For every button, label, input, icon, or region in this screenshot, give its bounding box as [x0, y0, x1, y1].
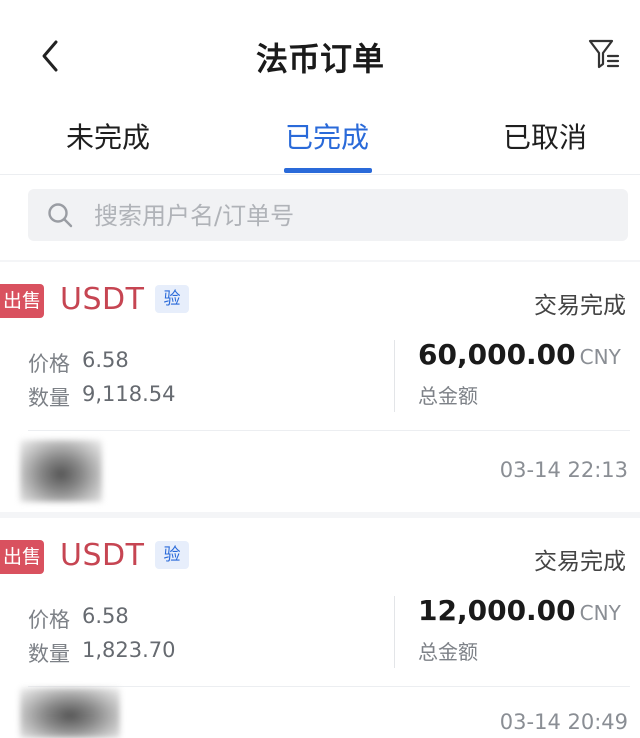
order-time: 03-14 20:49: [499, 710, 628, 734]
amount-value: 12,000.00: [418, 594, 576, 627]
amount-value: 60,000.00: [418, 338, 576, 371]
header: 法币订单: [0, 0, 640, 110]
vertical-divider: [394, 596, 395, 668]
order-status: 交易完成: [534, 549, 626, 575]
filter-button[interactable]: [586, 36, 622, 72]
side-badge: 出售: [0, 540, 44, 574]
filter-icon: [588, 39, 620, 69]
divider: [28, 430, 630, 431]
price-value: 6.58: [82, 348, 129, 372]
order-card[interactable]: 出售 USDT 验 交易完成 价格 6.58 数量 1,823.70 12,00…: [0, 518, 640, 738]
price-label: 价格: [28, 608, 70, 632]
currency: CNY: [579, 345, 621, 369]
divider: [28, 686, 630, 687]
order-time: 03-14 22:13: [499, 458, 628, 482]
order-card[interactable]: 出售 USDT 验 交易完成 价格 6.58 数量 9,118.54 60,00…: [0, 262, 640, 512]
price-label: 价格: [28, 352, 70, 376]
currency: CNY: [579, 601, 621, 625]
blurred-avatar: [20, 440, 102, 502]
total-amount: 60,000.00 CNY: [418, 338, 621, 371]
tab-incomplete[interactable]: 未完成: [66, 116, 150, 156]
total-amount: 12,000.00 CNY: [418, 594, 621, 627]
tab-cancelled[interactable]: 已取消: [503, 116, 587, 156]
side-badge: 出售: [0, 284, 44, 318]
order-tabs: 未完成 已完成 已取消: [0, 110, 640, 175]
price-value: 6.58: [82, 604, 129, 628]
tab-completed[interactable]: 已完成: [285, 116, 369, 156]
search-input[interactable]: [92, 189, 616, 243]
quantity-label: 数量: [28, 386, 70, 410]
coin-name: USDT: [60, 538, 145, 573]
search-box[interactable]: [28, 189, 628, 243]
total-amount-label: 总金额: [418, 384, 478, 408]
order-status: 交易完成: [534, 293, 626, 319]
quantity-label: 数量: [28, 642, 70, 666]
page-title: 法币订单: [255, 40, 384, 78]
verify-badge: 验: [155, 541, 189, 569]
blurred-avatar: [20, 688, 120, 738]
quantity-value: 1,823.70: [82, 638, 176, 662]
total-amount-label: 总金额: [418, 640, 478, 664]
coin-name: USDT: [60, 282, 145, 317]
search-bar: [0, 175, 640, 260]
search-icon: [48, 203, 73, 228]
active-tab-indicator: [284, 168, 372, 173]
verify-badge: 验: [155, 285, 189, 313]
quantity-value: 9,118.54: [82, 382, 176, 406]
vertical-divider: [394, 340, 395, 412]
